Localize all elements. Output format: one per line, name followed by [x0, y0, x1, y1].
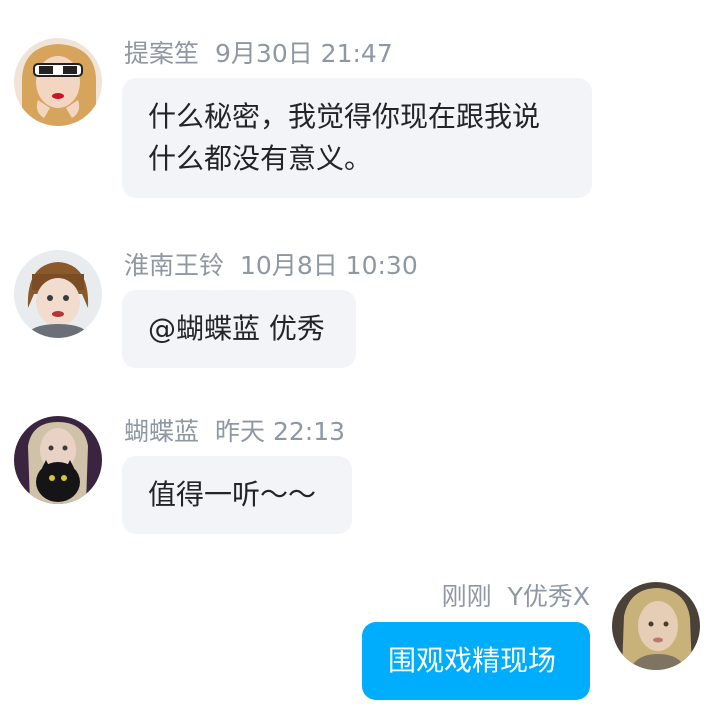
avatar-user-2[interactable]	[14, 250, 102, 338]
avatar-user-1-image	[14, 38, 102, 126]
message-4-meta: 刚刚 Y优秀X	[442, 580, 590, 614]
sender-name[interactable]: Y优秀X	[508, 582, 590, 611]
timestamp: 昨天 22:13	[215, 417, 346, 446]
avatar-user-3-image	[14, 416, 102, 504]
message-2-meta: 淮南王铃 10月8日 10:30	[124, 249, 418, 283]
message-3-meta: 蝴蝶蓝 昨天 22:13	[124, 415, 345, 449]
message-text: 围观戏精现场	[388, 644, 557, 677]
timestamp: 9月30日 21:47	[215, 39, 393, 68]
sender-name[interactable]: 蝴蝶蓝	[124, 417, 199, 446]
avatar-user-1[interactable]	[14, 38, 102, 126]
message-text: @蝴蝶蓝 优秀	[148, 312, 325, 345]
timestamp: 刚刚	[441, 582, 492, 611]
message-bubble[interactable]: @蝴蝶蓝 优秀	[122, 290, 356, 368]
avatar-self-image	[612, 582, 700, 670]
avatar-user-2-image	[14, 250, 102, 338]
avatar-self[interactable]	[612, 582, 700, 670]
message-text: 值得一听～～	[148, 478, 317, 511]
message-1-meta: 提案笙 9月30日 21:47	[124, 37, 393, 71]
message-text: 什么秘密，我觉得你现在跟我说什么都没有意义。	[148, 100, 541, 175]
sender-name[interactable]: 淮南王铃	[124, 251, 224, 280]
sender-name[interactable]: 提案笙	[124, 39, 199, 68]
timestamp: 10月8日 10:30	[240, 251, 418, 280]
message-bubble-mine[interactable]: 围观戏精现场	[362, 622, 590, 700]
message-bubble[interactable]: 什么秘密，我觉得你现在跟我说什么都没有意义。	[122, 78, 592, 198]
message-bubble[interactable]: 值得一听～～	[122, 456, 352, 534]
avatar-user-3[interactable]	[14, 416, 102, 504]
